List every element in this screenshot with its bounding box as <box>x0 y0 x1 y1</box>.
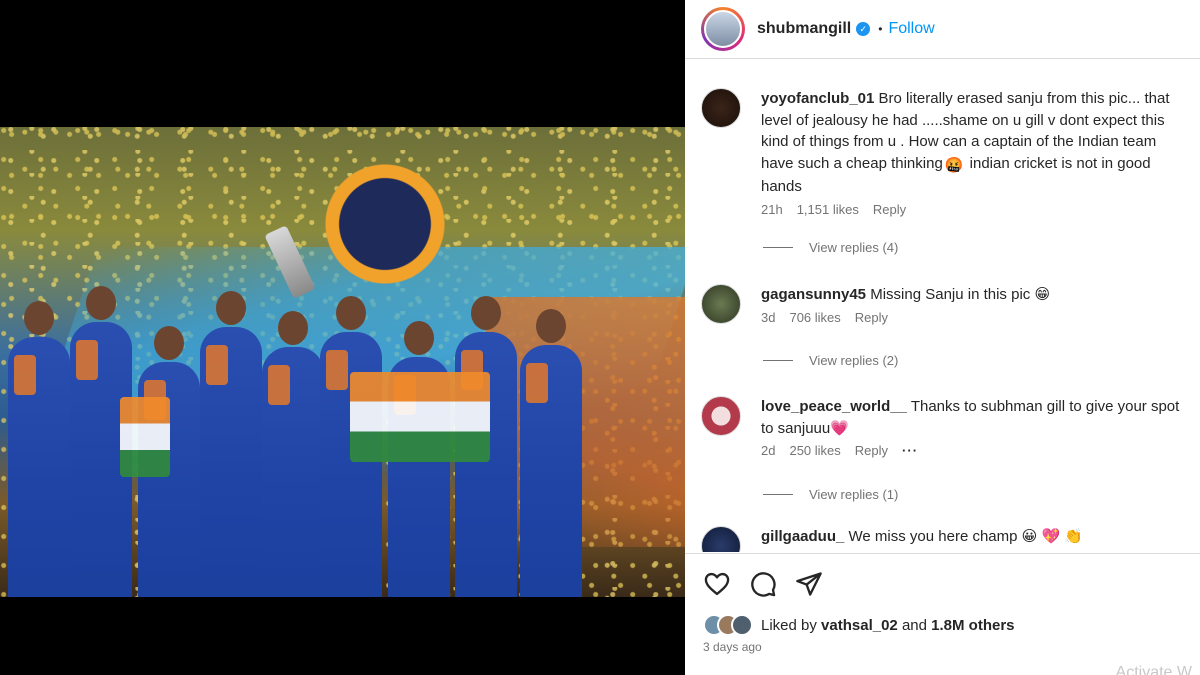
comment-meta: 2d 250 likes Reply ··· <box>761 443 1191 458</box>
author-avatar[interactable] <box>701 7 745 51</box>
comment-username[interactable]: love_peace_world__ <box>761 398 907 415</box>
comment-text: gagansunny45 Missing Sanju in this pic 😁 <box>761 284 1191 306</box>
player-figure <box>200 291 262 597</box>
verified-badge-icon: ✓ <box>856 22 871 36</box>
comment-content: We miss you here champ <box>848 528 1018 545</box>
post-actions: Liked by vathsal_02 and 1.8M others 3 da… <box>685 553 1200 675</box>
view-replies-button[interactable]: View replies (4) <box>763 240 898 255</box>
comment-item: love_peace_world__ Thanks to subhman gil… <box>701 396 1191 458</box>
comment-text: yoyofanclub_01 Bro literally erased sanj… <box>761 88 1191 198</box>
player-figure <box>262 311 324 597</box>
reply-button[interactable]: Reply <box>855 310 888 325</box>
player-figure <box>8 301 70 597</box>
comment-text: love_peace_world__ Thanks to subhman gil… <box>761 396 1191 439</box>
divider-line <box>763 360 793 361</box>
sparkling-heart-emoji: 💖 <box>1041 528 1061 545</box>
activate-windows-watermark: Activate W <box>1115 664 1192 675</box>
heart-icon[interactable] <box>703 570 731 598</box>
post-header: shubmangill ✓ • Follow <box>685 0 1200 59</box>
likes-prefix: Liked by <box>761 616 817 634</box>
reply-button[interactable]: Reply <box>855 443 888 458</box>
comment-item: gillgaaduu_ We miss you here champ 😀 💖 👏 <box>701 526 1191 552</box>
commenter-avatar[interactable] <box>701 526 741 552</box>
player-figure <box>520 309 582 597</box>
comment-username[interactable]: gillgaaduu_ <box>761 528 844 545</box>
t20-logo-graphic <box>300 149 470 299</box>
india-flag <box>120 397 170 477</box>
comment-time: 2d <box>761 443 776 458</box>
india-flag <box>350 372 490 462</box>
reply-button[interactable]: Reply <box>873 202 906 217</box>
commenter-avatar[interactable] <box>701 88 741 128</box>
comment-item: yoyofanclub_01 Bro literally erased sanj… <box>701 88 1191 217</box>
divider-line <box>763 494 793 495</box>
liker-avatar <box>731 614 753 636</box>
comments-list[interactable]: yoyofanclub_01 Bro literally erased sanj… <box>685 60 1200 552</box>
view-replies-button[interactable]: View replies (2) <box>763 353 898 368</box>
comment-likes[interactable]: 706 likes <box>789 310 840 325</box>
comment-likes[interactable]: 250 likes <box>789 443 840 458</box>
comment-content: Missing Sanju in this pic <box>870 286 1031 303</box>
likes-middle: and <box>901 616 927 634</box>
post-photo[interactable] <box>0 127 685 597</box>
comment-time: 3d <box>761 309 776 325</box>
pink-heart-emoji: 💗 <box>830 419 849 437</box>
comment-username[interactable]: yoyofanclub_01 <box>761 90 874 107</box>
likes-summary: Liked by vathsal_02 and 1.8M others <box>703 614 1015 636</box>
more-options-icon[interactable]: ··· <box>902 443 918 458</box>
liker-username[interactable]: vathsal_02 <box>821 617 898 634</box>
commenter-avatar[interactable] <box>701 284 741 324</box>
comment-meta: 3d 706 likes Reply <box>761 310 1191 325</box>
view-replies-label: View replies (1) <box>809 487 899 502</box>
post-media <box>0 0 685 675</box>
comment-meta: 21h 1,151 likes Reply <box>761 202 1191 217</box>
view-replies-button[interactable]: View replies (1) <box>763 487 898 502</box>
view-replies-label: View replies (2) <box>809 353 899 368</box>
likes-count[interactable]: 1.8M others <box>931 617 1014 634</box>
share-icon[interactable] <box>795 570 823 598</box>
clapping-hands-emoji: 👏 <box>1064 528 1084 545</box>
grinning-face-emoji: 😁 <box>1034 286 1051 303</box>
comment-time: 21h <box>761 201 783 217</box>
post-side-panel: shubmangill ✓ • Follow yoyofanclub_01 Br… <box>685 0 1200 675</box>
comment-item: gagansunny45 Missing Sanju in this pic 😁… <box>701 284 1191 325</box>
post-timestamp[interactable]: 3 days ago <box>703 640 762 654</box>
header-separator: • <box>878 22 883 36</box>
comment-likes[interactable]: 1,151 likes <box>797 202 859 217</box>
likes-text[interactable]: Liked by vathsal_02 and 1.8M others <box>761 617 1015 634</box>
author-avatar-image <box>704 10 742 48</box>
comment-username[interactable]: gagansunny45 <box>761 286 866 303</box>
comment-icon[interactable] <box>749 570 777 598</box>
view-replies-label: View replies (4) <box>809 240 899 255</box>
comment-text: gillgaaduu_ We miss you here champ 😀 💖 👏 <box>761 526 1191 548</box>
angry-face-emoji: 🤬 <box>944 156 964 174</box>
author-username[interactable]: shubmangill <box>757 20 851 38</box>
follow-button[interactable]: Follow <box>888 20 934 38</box>
grinning-emoji: 😀 <box>1021 528 1038 545</box>
commenter-avatar[interactable] <box>701 396 741 436</box>
divider-line <box>763 247 793 248</box>
